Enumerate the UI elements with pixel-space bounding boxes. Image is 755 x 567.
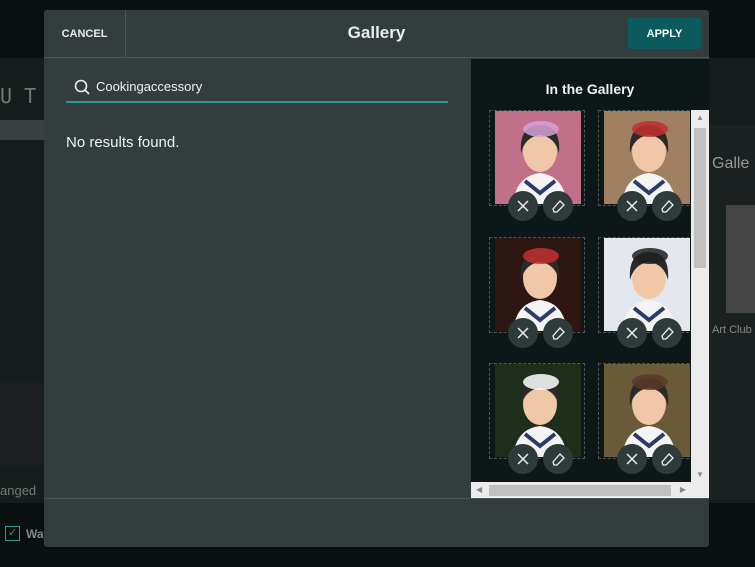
gallery-item[interactable] bbox=[598, 110, 694, 221]
dialog-footer bbox=[44, 498, 709, 547]
edit-button[interactable] bbox=[543, 318, 573, 348]
gallery-item-image bbox=[604, 364, 690, 457]
eraser-icon bbox=[551, 199, 565, 213]
edit-button[interactable] bbox=[652, 444, 682, 474]
gallery-item-image bbox=[604, 238, 690, 331]
remove-button[interactable] bbox=[508, 191, 538, 221]
background-thumbnail bbox=[0, 383, 44, 465]
gallery-item-image bbox=[495, 364, 581, 457]
dialog-title: Gallery bbox=[347, 23, 406, 42]
remove-button[interactable] bbox=[617, 191, 647, 221]
gallery-item-image bbox=[604, 111, 690, 204]
gallery-item[interactable] bbox=[598, 237, 694, 348]
edit-button[interactable] bbox=[652, 318, 682, 348]
search-field[interactable] bbox=[66, 72, 448, 103]
edit-button[interactable] bbox=[543, 191, 573, 221]
scrollbar-corner bbox=[691, 482, 709, 498]
scrollbar-thumb[interactable] bbox=[489, 485, 671, 496]
eraser-icon bbox=[660, 326, 674, 340]
vertical-scrollbar[interactable]: ▲ ▼ bbox=[691, 110, 709, 482]
close-icon bbox=[626, 327, 638, 339]
background-changed-text: anged bbox=[0, 483, 37, 498]
apply-button[interactable]: APPLY bbox=[628, 18, 701, 49]
remove-button[interactable] bbox=[617, 444, 647, 474]
background-toolbar: U T bbox=[0, 84, 37, 108]
eraser-icon bbox=[551, 326, 565, 340]
eraser-icon bbox=[551, 452, 565, 466]
dialog-header: CANCEL Gallery APPLY bbox=[44, 10, 709, 58]
background-strip bbox=[0, 120, 44, 140]
close-icon bbox=[517, 327, 529, 339]
edit-button[interactable] bbox=[543, 444, 573, 474]
remove-button[interactable] bbox=[617, 318, 647, 348]
gallery-dialog: CANCEL Gallery APPLY No results found. I… bbox=[44, 10, 709, 547]
close-icon bbox=[626, 453, 638, 465]
gallery-item-image bbox=[495, 111, 581, 204]
gallery-item[interactable] bbox=[489, 363, 585, 474]
scrollbar-thumb[interactable] bbox=[694, 128, 706, 268]
background-image bbox=[726, 205, 755, 313]
in-gallery-title: In the Gallery bbox=[545, 81, 635, 97]
eraser-icon bbox=[660, 199, 674, 213]
background-checkbox[interactable]: ✓ bbox=[5, 526, 20, 541]
close-icon bbox=[626, 200, 638, 212]
background-art-club-label: Art Club bbox=[712, 324, 752, 336]
search-input[interactable] bbox=[96, 79, 436, 94]
gallery-scroll-area[interactable]: ▲ ▼ ◀ ▶ bbox=[471, 110, 709, 498]
search-icon bbox=[74, 79, 90, 95]
no-results-message: No results found. bbox=[66, 134, 180, 151]
background-gallery-label: Galle bbox=[712, 155, 750, 172]
remove-button[interactable] bbox=[508, 444, 538, 474]
edit-button[interactable] bbox=[652, 191, 682, 221]
in-gallery-panel: In the Gallery ▲ ▼ ◀ ▶ bbox=[471, 59, 709, 498]
close-icon bbox=[517, 453, 529, 465]
gallery-item[interactable] bbox=[598, 363, 694, 474]
gallery-item-image bbox=[495, 238, 581, 331]
gallery-item[interactable] bbox=[489, 237, 585, 348]
remove-button[interactable] bbox=[508, 318, 538, 348]
gallery-item[interactable] bbox=[489, 110, 585, 221]
eraser-icon bbox=[660, 452, 674, 466]
horizontal-scrollbar[interactable]: ◀ ▶ bbox=[471, 482, 691, 498]
close-icon bbox=[517, 200, 529, 212]
